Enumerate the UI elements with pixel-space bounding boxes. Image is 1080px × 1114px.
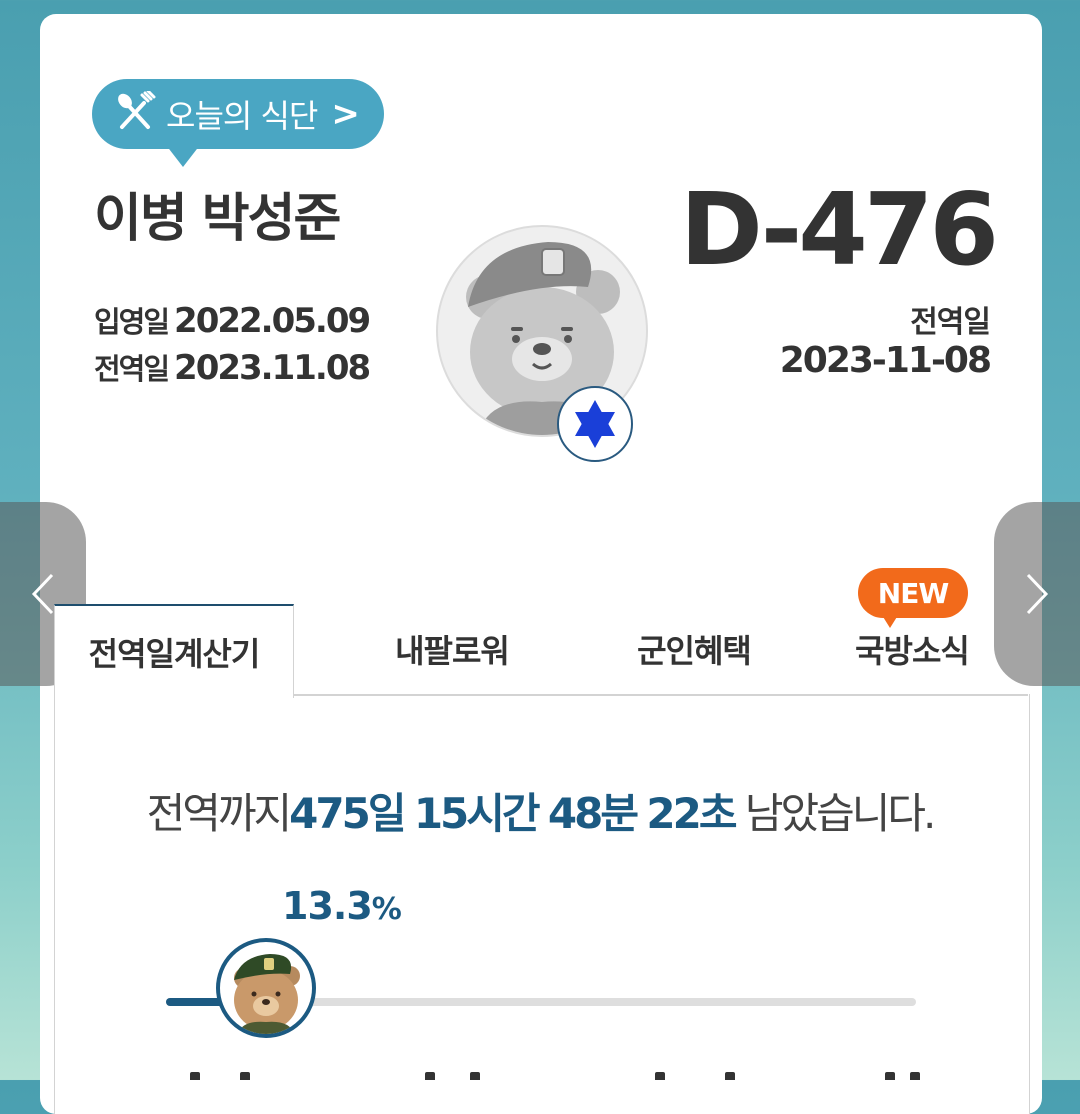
tab-my-followers[interactable]: 내팔로워 [352,604,552,694]
progress-unit: % [371,892,402,927]
service-dates: 입영일 2022.05.09 전역일 2023.11.08 [94,298,371,392]
progress-value: 13.3 [282,884,373,928]
fork-knife-icon [114,89,156,137]
enlist-date: 2022.05.09 [174,301,371,341]
enlist-date-row: 입영일 2022.05.09 [94,298,371,345]
new-badge-label: NEW [877,576,949,610]
star-of-david-icon [557,386,633,462]
dday-discharge-label: 전역일 [910,305,991,340]
discharge-date-row: 전역일 2023.11.08 [94,345,371,392]
meal-label: 오늘의 식단 [166,97,318,135]
new-badge: NEW [858,568,968,628]
tab-discharge-calculator[interactable]: 전역일계산기 [54,604,294,698]
countdown-days: 475일 [289,789,406,838]
countdown-suffix: 남았습니다. [744,789,937,838]
chevron-right-icon: > [331,94,360,134]
progress-percent: 13.3% [282,884,402,928]
bubble-tail [166,145,200,167]
todays-meal-button[interactable]: 오늘의 식단 > [92,79,384,167]
tab-content-panel [54,694,1030,1114]
new-badge-tail [880,612,900,628]
countdown-prefix: 전역까지 [146,789,293,838]
discharge-date: 2023.11.08 [174,348,371,388]
soldier-name: 이병 박성준 [94,189,341,249]
progress-thumb-bear-icon[interactable] [216,938,316,1038]
next-section-peek [0,1072,1080,1080]
countdown-minutes: 48분 [547,789,639,838]
dday-discharge-date: 2023-11-08 [779,340,992,381]
tab-military-benefits[interactable]: 군인혜택 [594,604,794,694]
countdown-hours: 15시간 [413,789,541,838]
countdown-seconds: 22초 [646,789,737,838]
discharge-label: 전역일 [94,352,170,386]
dday-counter: D-476 [679,171,999,288]
countdown-text: 전역까지475일 15시간 48분 22초 남았습니다. [0,780,1080,841]
enlist-label: 입영일 [94,305,170,339]
